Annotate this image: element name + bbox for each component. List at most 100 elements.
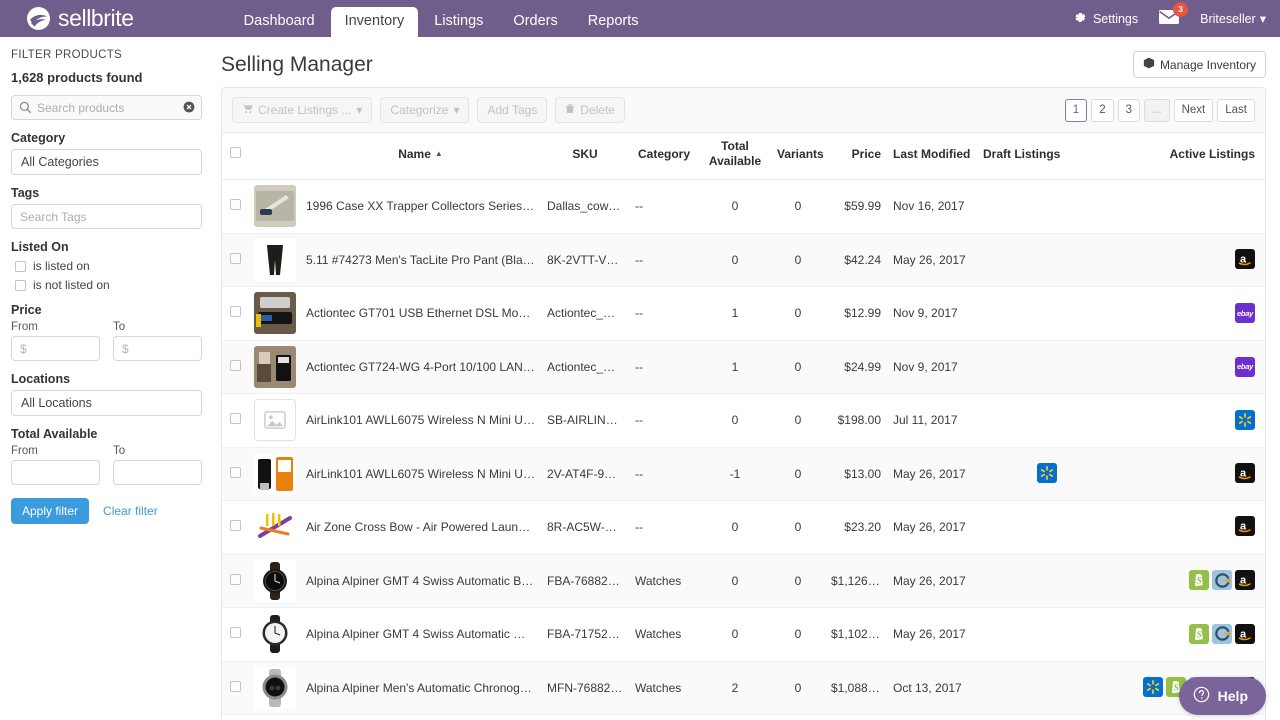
- price-from-input[interactable]: [11, 336, 100, 361]
- walmart-marketplace-icon[interactable]: [1143, 677, 1163, 697]
- ebay-marketplace-icon[interactable]: ebay: [1235, 357, 1255, 377]
- table-row[interactable]: [222, 715, 1265, 720]
- walmart-marketplace-icon[interactable]: [1235, 410, 1255, 430]
- row-select-cell[interactable]: [222, 554, 248, 608]
- page-button-2[interactable]: 2: [1091, 99, 1113, 122]
- select-all-checkbox[interactable]: [230, 147, 241, 158]
- product-name-cell[interactable]: Actiontec GT724-WG 4-Port 10/100 LAN USB…: [300, 340, 541, 394]
- row-checkbox[interactable]: [230, 467, 241, 478]
- total-available-header[interactable]: Total Available: [699, 133, 771, 180]
- page-button-3[interactable]: 3: [1118, 99, 1140, 122]
- tags-input[interactable]: [11, 204, 202, 229]
- product-name-cell[interactable]: AirLink101 AWLL6075 Wireless N Mini USB …: [300, 394, 541, 448]
- name-header[interactable]: Name▲: [300, 133, 541, 180]
- row-checkbox[interactable]: [230, 360, 241, 371]
- table-row[interactable]: AirLink101 AWLL6075 Wireless N Mini USB …: [222, 394, 1265, 448]
- row-checkbox[interactable]: [230, 681, 241, 692]
- table-row[interactable]: 5.11 #74273 Men's TacLite Pro Pant (Blac…: [222, 233, 1265, 287]
- nav-link-dashboard[interactable]: Dashboard: [230, 7, 329, 37]
- price-to-input[interactable]: [113, 336, 202, 361]
- row-checkbox[interactable]: [230, 199, 241, 210]
- amazon-marketplace-icon[interactable]: a: [1235, 249, 1255, 269]
- settings-button[interactable]: Settings: [1072, 10, 1138, 28]
- total-available-from-input[interactable]: [11, 460, 100, 485]
- delete-button[interactable]: Delete: [555, 97, 625, 123]
- brand-logo-group[interactable]: sellbrite: [26, 5, 134, 32]
- row-checkbox[interactable]: [230, 574, 241, 585]
- locations-select[interactable]: All Locations: [11, 390, 202, 416]
- product-name-cell[interactable]: Alpina Alpiner GMT 4 Swiss Automatic Bla…: [300, 554, 541, 608]
- product-name-cell[interactable]: Actiontec GT701 USB Ethernet DSL Modem A…: [300, 287, 541, 341]
- product-name-cell[interactable]: AirLink101 AWLL6075 Wireless N Mini USB …: [300, 447, 541, 501]
- is-listed-on-checkbox-row[interactable]: is listed on: [15, 259, 202, 273]
- shopify-marketplace-icon[interactable]: S: [1189, 624, 1209, 644]
- total-available-to-input[interactable]: [113, 460, 202, 485]
- amazon-marketplace-icon[interactable]: a: [1235, 570, 1255, 590]
- search-input[interactable]: [11, 95, 202, 120]
- price-header[interactable]: Price: [825, 133, 887, 180]
- product-name-cell[interactable]: 1996 Case XX Trapper Collectors Series K…: [300, 180, 541, 234]
- next-page-button[interactable]: Next: [1174, 99, 1214, 122]
- row-select-cell[interactable]: [222, 501, 248, 555]
- ebay-marketplace-icon[interactable]: ebay: [1235, 303, 1255, 323]
- row-select-cell[interactable]: [222, 715, 248, 720]
- row-checkbox[interactable]: [230, 413, 241, 424]
- jet-marketplace-icon[interactable]: [1212, 570, 1232, 590]
- shopify-marketplace-icon[interactable]: S: [1189, 570, 1209, 590]
- manage-inventory-button[interactable]: Manage Inventory: [1133, 51, 1266, 78]
- table-row[interactable]: 1996 Case XX Trapper Collectors Series K…: [222, 180, 1265, 234]
- draft-listings-header[interactable]: Draft Listings: [977, 133, 1117, 180]
- page-button-1[interactable]: 1: [1065, 99, 1087, 122]
- category-header[interactable]: Category: [629, 133, 699, 180]
- product-name-cell[interactable]: Alpina Alpiner Men's Automatic Chronogra…: [300, 661, 541, 715]
- row-select-cell[interactable]: [222, 233, 248, 287]
- last-page-button[interactable]: Last: [1217, 99, 1255, 122]
- checkbox-icon[interactable]: [15, 280, 26, 291]
- nav-link-reports[interactable]: Reports: [574, 7, 653, 37]
- user-menu-button[interactable]: Briteseller ▾: [1200, 11, 1266, 26]
- product-name-cell[interactable]: Air Zone Cross Bow - Air Powered Launch …: [300, 501, 541, 555]
- row-select-cell[interactable]: [222, 394, 248, 448]
- messages-button[interactable]: 3: [1158, 9, 1180, 28]
- create-listings-button[interactable]: Create Listings ... ▾: [232, 97, 372, 123]
- help-widget-button[interactable]: Help: [1179, 677, 1266, 715]
- product-name-cell[interactable]: 5.11 #74273 Men's TacLite Pro Pant (Blac…: [300, 233, 541, 287]
- clear-filter-link[interactable]: Clear filter: [103, 504, 158, 518]
- row-select-cell[interactable]: [222, 180, 248, 234]
- nav-link-listings[interactable]: Listings: [420, 7, 497, 37]
- sku-header[interactable]: SKU: [541, 133, 629, 180]
- last-modified-header[interactable]: Last Modified: [887, 133, 977, 180]
- row-select-cell[interactable]: [222, 340, 248, 394]
- row-checkbox[interactable]: [230, 520, 241, 531]
- row-select-cell[interactable]: [222, 287, 248, 341]
- nav-link-orders[interactable]: Orders: [499, 7, 571, 37]
- row-checkbox[interactable]: [230, 253, 241, 264]
- clear-search-icon[interactable]: [183, 101, 195, 116]
- table-row[interactable]: Actiontec GT724-WG 4-Port 10/100 LAN USB…: [222, 340, 1265, 394]
- category-select[interactable]: All Categories: [11, 149, 202, 175]
- walmart-marketplace-icon[interactable]: [1037, 463, 1057, 483]
- row-checkbox[interactable]: [230, 627, 241, 638]
- table-row[interactable]: Actiontec GT701 USB Ethernet DSL Modem A…: [222, 287, 1265, 341]
- active-listings-header[interactable]: Active Listings: [1117, 133, 1265, 180]
- nav-link-inventory[interactable]: Inventory: [331, 7, 419, 37]
- add-tags-button[interactable]: Add Tags: [477, 97, 547, 123]
- table-row[interactable]: AirLink101 AWLL6075 Wireless N Mini USB …: [222, 447, 1265, 501]
- row-select-cell[interactable]: [222, 608, 248, 662]
- is-not-listed-on-checkbox-row[interactable]: is not listed on: [15, 278, 202, 292]
- amazon-marketplace-icon[interactable]: a: [1235, 624, 1255, 644]
- table-row[interactable]: Alpina Alpiner GMT 4 Swiss Automatic Men…: [222, 608, 1265, 662]
- table-row[interactable]: Alpina Alpiner GMT 4 Swiss Automatic Bla…: [222, 554, 1265, 608]
- table-row[interactable]: Alpina Alpiner Men's Automatic Chronogra…: [222, 661, 1265, 715]
- checkbox-icon[interactable]: [15, 261, 26, 272]
- jet-marketplace-icon[interactable]: [1212, 624, 1232, 644]
- row-select-cell[interactable]: [222, 661, 248, 715]
- table-row[interactable]: Air Zone Cross Bow - Air Powered Launch …: [222, 501, 1265, 555]
- amazon-marketplace-icon[interactable]: a: [1235, 463, 1255, 483]
- product-name-cell[interactable]: Alpina Alpiner GMT 4 Swiss Automatic Men…: [300, 608, 541, 662]
- apply-filter-button[interactable]: Apply filter: [11, 498, 89, 524]
- variants-header[interactable]: Variants: [771, 133, 825, 180]
- row-select-cell[interactable]: [222, 447, 248, 501]
- amazon-marketplace-icon[interactable]: a: [1235, 516, 1255, 536]
- categorize-button[interactable]: Categorize ▾: [380, 97, 469, 123]
